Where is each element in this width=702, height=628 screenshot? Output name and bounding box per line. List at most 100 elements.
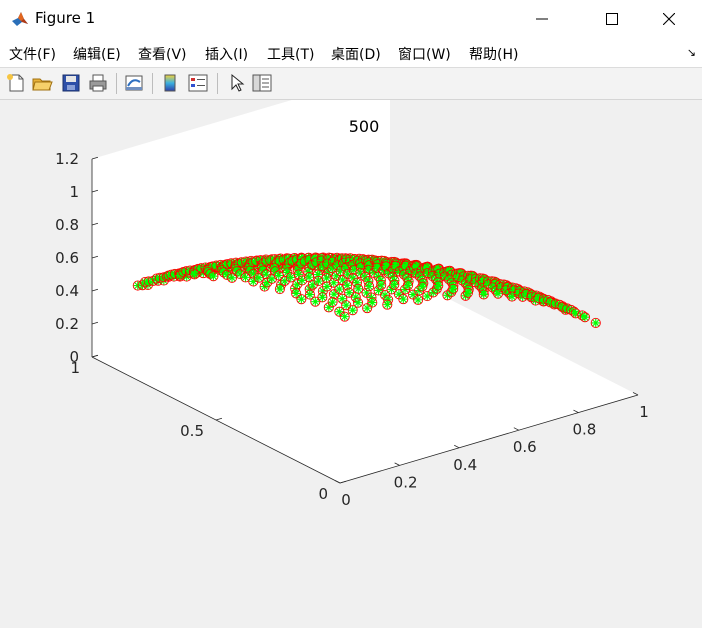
toolbar-separator <box>152 73 153 94</box>
z-tick-label: 1 <box>69 183 79 201</box>
scatter3-plot[interactable]: 00.20.40.60.8100.5100.20.40.60.811.2 500 <box>0 100 702 628</box>
maximize-icon <box>606 13 618 25</box>
data-point <box>339 311 350 322</box>
point-star <box>275 284 285 294</box>
point-star <box>348 305 357 315</box>
data-point <box>344 287 355 298</box>
data-point <box>352 297 364 308</box>
minimize-button[interactable] <box>519 0 565 38</box>
insert-colorbar-icon[interactable] <box>159 72 181 94</box>
data-point <box>590 317 601 328</box>
menu-file[interactable]: 文件(F) <box>9 44 56 64</box>
point-star <box>463 288 473 297</box>
window-titlebar: Figure 1 <box>0 0 702 38</box>
x-tick-label: 1 <box>639 403 649 421</box>
data-point <box>208 271 219 282</box>
x-tick-label: 0.6 <box>513 438 537 456</box>
point-star <box>353 298 363 307</box>
figure-toolbar <box>0 68 702 100</box>
data-point <box>376 279 387 291</box>
data-point <box>398 294 409 305</box>
open-file-icon[interactable] <box>31 72 53 94</box>
data-point <box>327 297 338 308</box>
window-title: Figure 1 <box>35 9 96 27</box>
point-star <box>479 290 488 299</box>
menu-insert[interactable]: 插入(I) <box>205 44 248 64</box>
point-star <box>383 300 392 309</box>
data-point <box>310 296 321 307</box>
print-icon[interactable] <box>87 72 109 94</box>
data-point <box>351 277 363 288</box>
insert-legend-icon[interactable] <box>187 72 209 94</box>
point-star <box>368 298 377 307</box>
data-point <box>274 283 285 295</box>
z-tick-label: 0.6 <box>55 249 79 267</box>
data-point <box>570 308 581 319</box>
point-star <box>328 297 337 307</box>
point-star <box>448 284 458 294</box>
point-star <box>364 282 374 291</box>
close-icon <box>663 13 675 25</box>
save-icon[interactable] <box>60 72 82 94</box>
point-star <box>434 281 443 290</box>
link-plot-icon[interactable] <box>123 72 145 94</box>
x-tick-label: 0.8 <box>572 421 596 439</box>
menu-dock-arrow-icon[interactable]: ↘ <box>687 46 696 59</box>
point-star <box>591 318 600 328</box>
matlab-logo-icon <box>12 12 28 26</box>
z-tick-label: 1.2 <box>55 150 79 168</box>
y-tick-label: 0 <box>318 485 328 503</box>
point-star <box>209 272 218 281</box>
menu-tools[interactable]: 工具(T) <box>267 44 314 64</box>
data-point <box>296 294 307 305</box>
data-point <box>417 281 428 292</box>
point-star <box>344 288 354 297</box>
data-point <box>364 281 375 292</box>
data-point <box>353 283 364 294</box>
menu-help[interactable]: 帮助(H) <box>469 44 518 64</box>
data-point <box>579 312 590 323</box>
close-button[interactable] <box>646 0 692 38</box>
point-star <box>580 312 590 322</box>
toolbar-separator <box>116 73 117 94</box>
point-star <box>571 309 580 318</box>
point-star <box>352 278 362 287</box>
menu-window[interactable]: 窗口(W) <box>398 44 451 64</box>
data-point <box>367 297 378 308</box>
point-star <box>322 282 332 291</box>
property-inspector-icon[interactable] <box>251 72 273 94</box>
data-point <box>478 289 489 300</box>
menu-desktop[interactable]: 桌面(D) <box>331 44 381 64</box>
data-point <box>382 299 393 310</box>
data-point <box>317 292 328 303</box>
edit-plot-icon[interactable] <box>225 72 247 94</box>
data-point <box>389 279 400 290</box>
point-star <box>340 312 349 321</box>
new-figure-icon[interactable] <box>5 72 27 94</box>
menu-bar: 文件(F) 编辑(E) 查看(V) 插入(I) 工具(T) 桌面(D) 窗口(W… <box>0 38 702 68</box>
x-tick-label: 0 <box>341 491 351 509</box>
data-point <box>403 280 414 291</box>
point-star <box>399 294 408 304</box>
point-star <box>354 284 363 293</box>
plot-title: 500 <box>349 117 380 136</box>
minimize-icon <box>536 18 548 20</box>
point-star <box>338 275 347 285</box>
y-tick-label: 0.5 <box>180 422 204 440</box>
point-star <box>262 270 271 279</box>
figure-canvas[interactable]: 0 0.2 0.4 0.6 0.8 1 0 0.5 1 0 0.2 0.4 0.6 0.8 1 1.2 500 <box>0 100 702 628</box>
point-star <box>341 301 351 310</box>
x-tick-label: 0.2 <box>394 473 418 491</box>
point-star <box>297 294 306 304</box>
point-star <box>376 280 386 290</box>
z-tick-label: 0.4 <box>55 282 79 300</box>
point-star <box>403 281 413 290</box>
point-star <box>413 295 423 305</box>
maximize-button[interactable] <box>589 0 635 38</box>
data-point <box>448 283 459 294</box>
menu-view[interactable]: 查看(V) <box>138 44 187 64</box>
data-point <box>433 280 444 291</box>
menu-edit[interactable]: 编辑(E) <box>73 44 121 64</box>
data-point <box>413 294 424 305</box>
z-tick-label: 0.2 <box>55 315 79 333</box>
